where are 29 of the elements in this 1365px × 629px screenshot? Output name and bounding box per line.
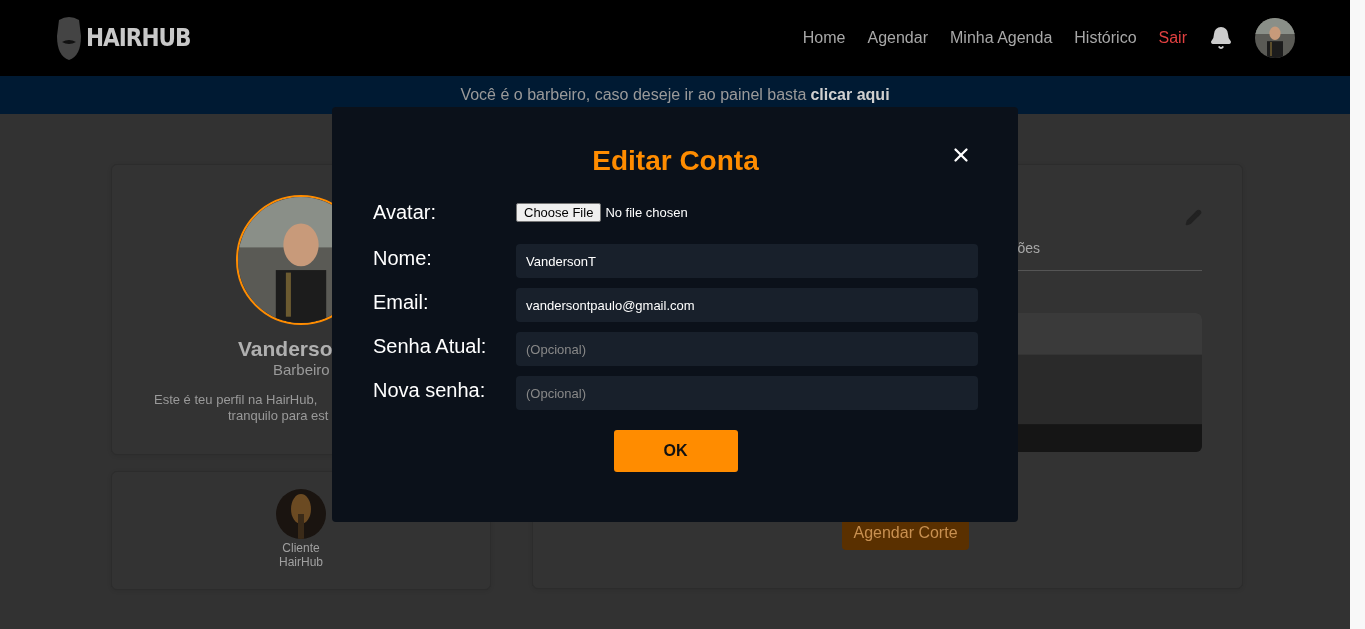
- client-label: Cliente: [282, 541, 320, 555]
- tab-label[interactable]: ões: [1017, 240, 1040, 256]
- input-field[interactable]: (Opcional): [516, 376, 978, 410]
- client-label: HairHub: [279, 555, 323, 569]
- nav-link[interactable]: Home: [802, 29, 846, 47]
- logo-text[interactable]: HAIRHUB: [86, 24, 191, 52]
- logout-link[interactable]: Sair: [1158, 29, 1187, 47]
- ok-button[interactable]: OK: [613, 430, 738, 472]
- field-label: Nome:: [373, 246, 433, 270]
- choose-file-button[interactable]: Choose File: [516, 203, 602, 222]
- nav-link[interactable]: Minha Agenda: [950, 29, 1053, 47]
- profile-name: Vanderso: [238, 337, 333, 361]
- panel-link[interactable]: clicar aqui: [810, 86, 890, 104]
- field-label: Senha Atual:: [373, 334, 488, 358]
- input-field[interactable]: VandersonT: [516, 244, 978, 278]
- input-field[interactable]: (Opcional): [516, 332, 978, 366]
- field-label: Nova senha:: [373, 378, 487, 402]
- nav-link[interactable]: Agendar: [867, 29, 928, 47]
- bell-icon[interactable]: [1209, 26, 1233, 50]
- nav-link[interactable]: Histórico: [1074, 29, 1137, 47]
- field-label: Avatar:: [373, 201, 437, 224]
- file-status: No file chosen: [605, 205, 688, 220]
- banner-text: Você é o barbeiro, caso deseje ir ao painel basta: [460, 86, 807, 104]
- profile-description: Este é teu perfil na HairHub,: [154, 392, 318, 408]
- profile-role: Barbeiro: [273, 361, 330, 378]
- modal-title: Editar Conta: [592, 145, 759, 177]
- field-label: Email:: [373, 290, 430, 314]
- input-field[interactable]: vandersontpaulo@gmail.com: [516, 288, 978, 322]
- profile-description: tranquilo para est: [228, 408, 329, 424]
